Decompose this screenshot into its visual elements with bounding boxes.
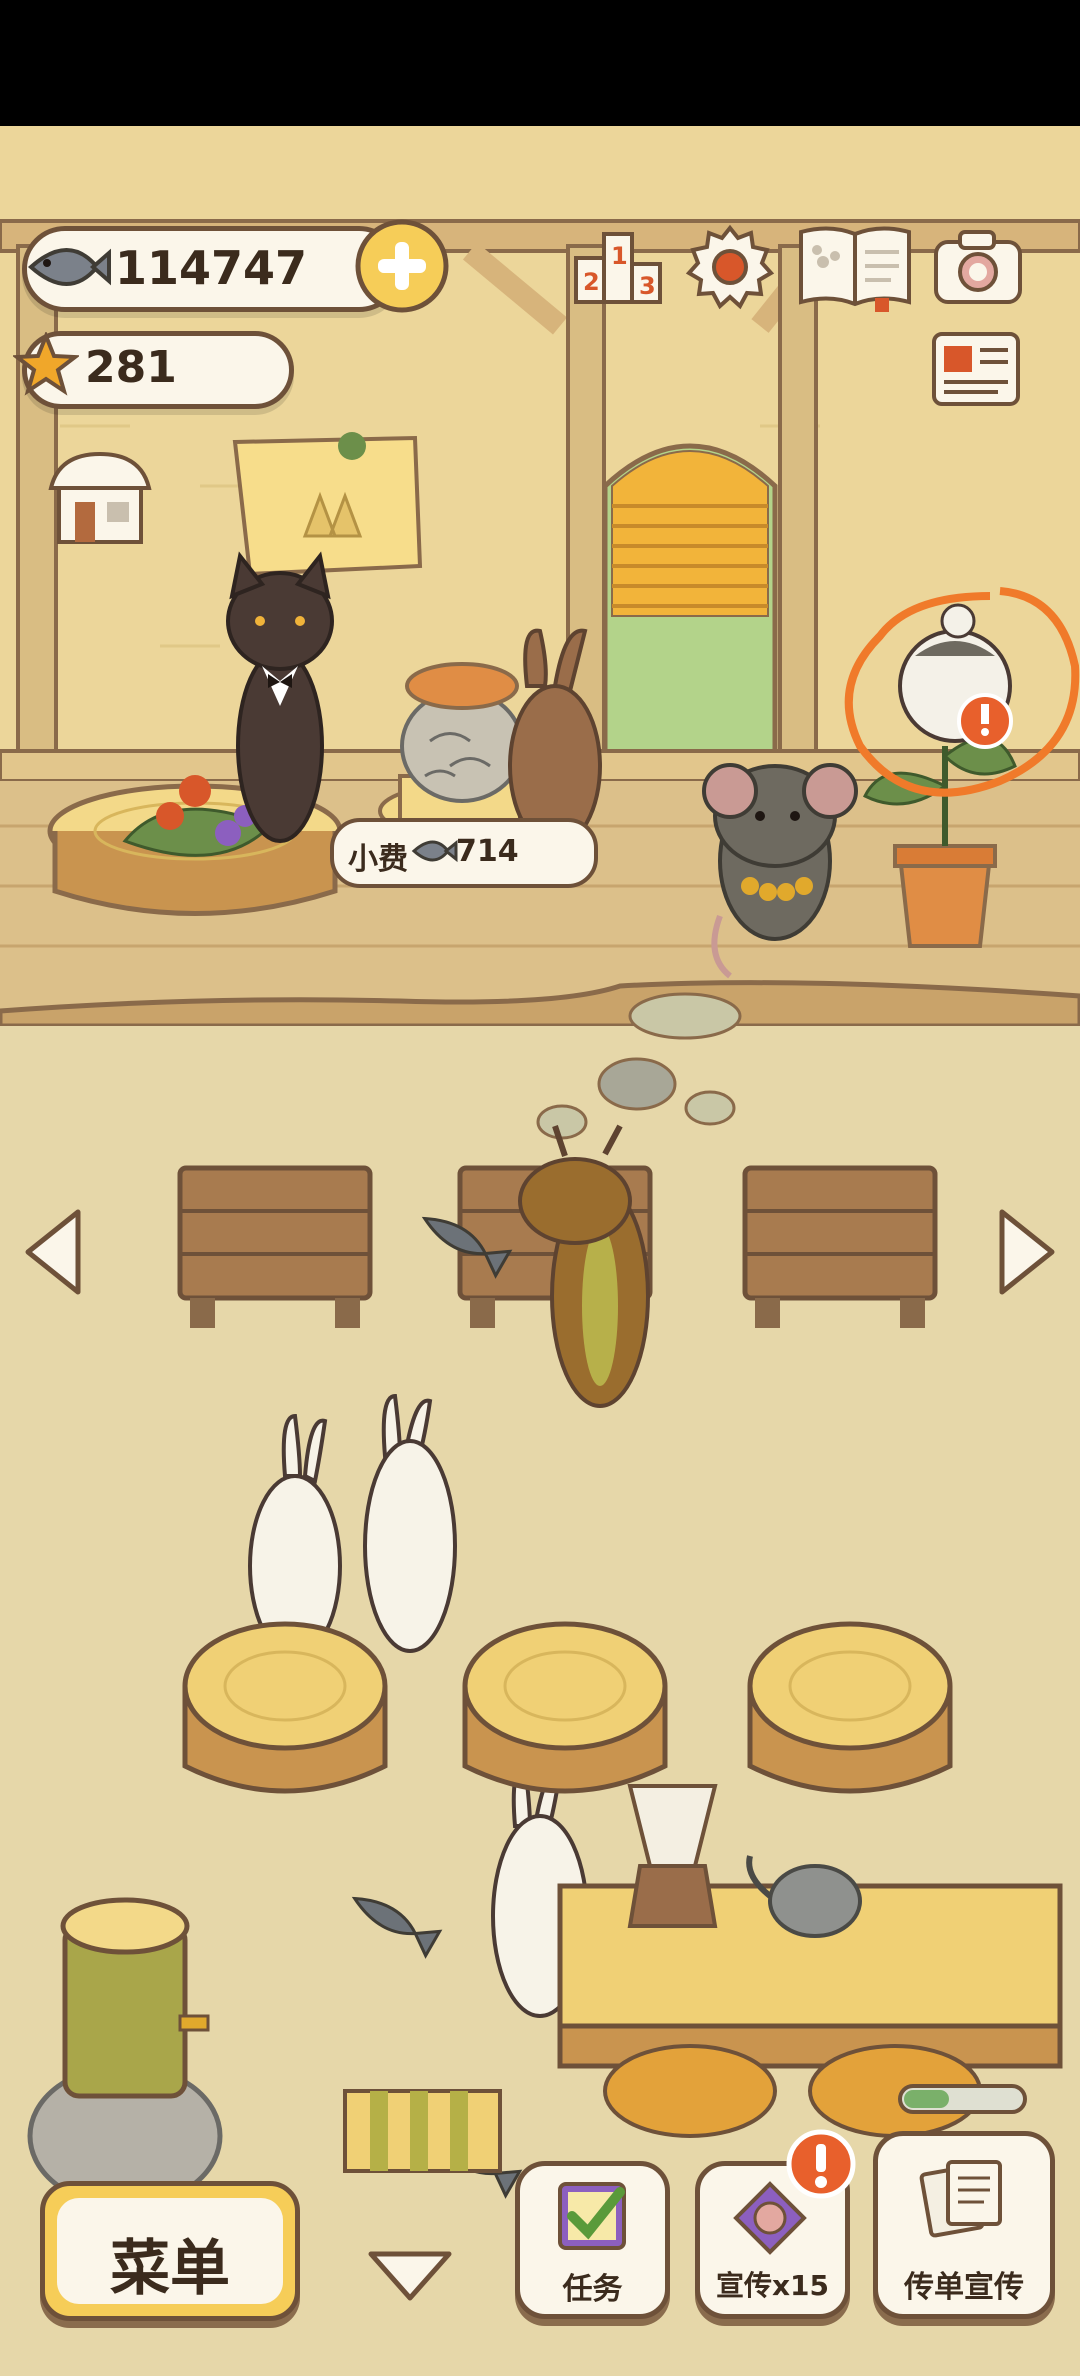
tip-bubble[interactable]: 小费 714 xyxy=(330,818,598,888)
chevron-down-icon xyxy=(368,2251,452,2301)
book-icon xyxy=(799,226,911,312)
star-counter: 281 xyxy=(13,331,294,409)
menu-label: 菜单 xyxy=(110,2234,230,2304)
flyer-label: 传单宣传 xyxy=(904,2270,1024,2305)
ranking-button[interactable]: 2 1 3 xyxy=(570,224,666,310)
collapse-button[interactable] xyxy=(365,2246,455,2306)
cafe-background xyxy=(0,126,1080,2376)
ranking-icon: 2 1 3 xyxy=(574,232,662,304)
flyer-icon xyxy=(919,2160,1002,2238)
shop-icon xyxy=(48,451,152,544)
settings-button[interactable] xyxy=(685,222,775,312)
camera-icon xyxy=(934,230,1022,304)
plus-icon xyxy=(355,219,449,313)
previous-floor-button[interactable] xyxy=(20,1204,86,1300)
camera-button[interactable] xyxy=(930,224,1026,310)
arrow-right-icon xyxy=(999,1209,1055,1295)
shop-button[interactable] xyxy=(45,448,155,548)
promotion-alert-badge xyxy=(785,2128,857,2200)
recipe-book-button[interactable] xyxy=(795,222,915,312)
next-floor-button[interactable] xyxy=(994,1204,1060,1300)
promotion-label: 宣传x15 xyxy=(715,2269,830,2302)
fish-icon xyxy=(27,248,111,286)
add-fish-button[interactable] xyxy=(354,218,450,314)
task-button[interactable]: 任务 xyxy=(515,2161,670,2319)
newspaper-icon xyxy=(932,332,1020,406)
svg-text:2: 2 xyxy=(583,268,600,296)
fish-counter: 114747 xyxy=(22,226,402,312)
gear-icon xyxy=(685,224,775,310)
clipboard-check-icon xyxy=(558,2182,626,2250)
star-icon xyxy=(13,332,79,396)
tip-amount: 714 xyxy=(456,834,519,869)
fish-icon xyxy=(411,839,458,863)
task-label: 任务 xyxy=(562,2272,623,2307)
newspaper-button[interactable] xyxy=(928,326,1024,412)
game-scene: 114747 281 2 1 3 小费 714 菜单 任务 宣传x15 传单宣传 xyxy=(0,126,1080,2376)
menu-button[interactable]: 菜单 xyxy=(40,2181,300,2321)
arrow-left-icon xyxy=(25,1209,81,1295)
svg-text:3: 3 xyxy=(639,272,656,300)
svg-text:1: 1 xyxy=(611,242,628,270)
fish-count: 114747 xyxy=(115,241,308,295)
flyer-button[interactable]: 传单宣传 xyxy=(873,2131,1055,2319)
alert-icon xyxy=(786,2129,856,2199)
tip-label: 小费 xyxy=(348,842,408,877)
star-count: 281 xyxy=(85,342,177,393)
